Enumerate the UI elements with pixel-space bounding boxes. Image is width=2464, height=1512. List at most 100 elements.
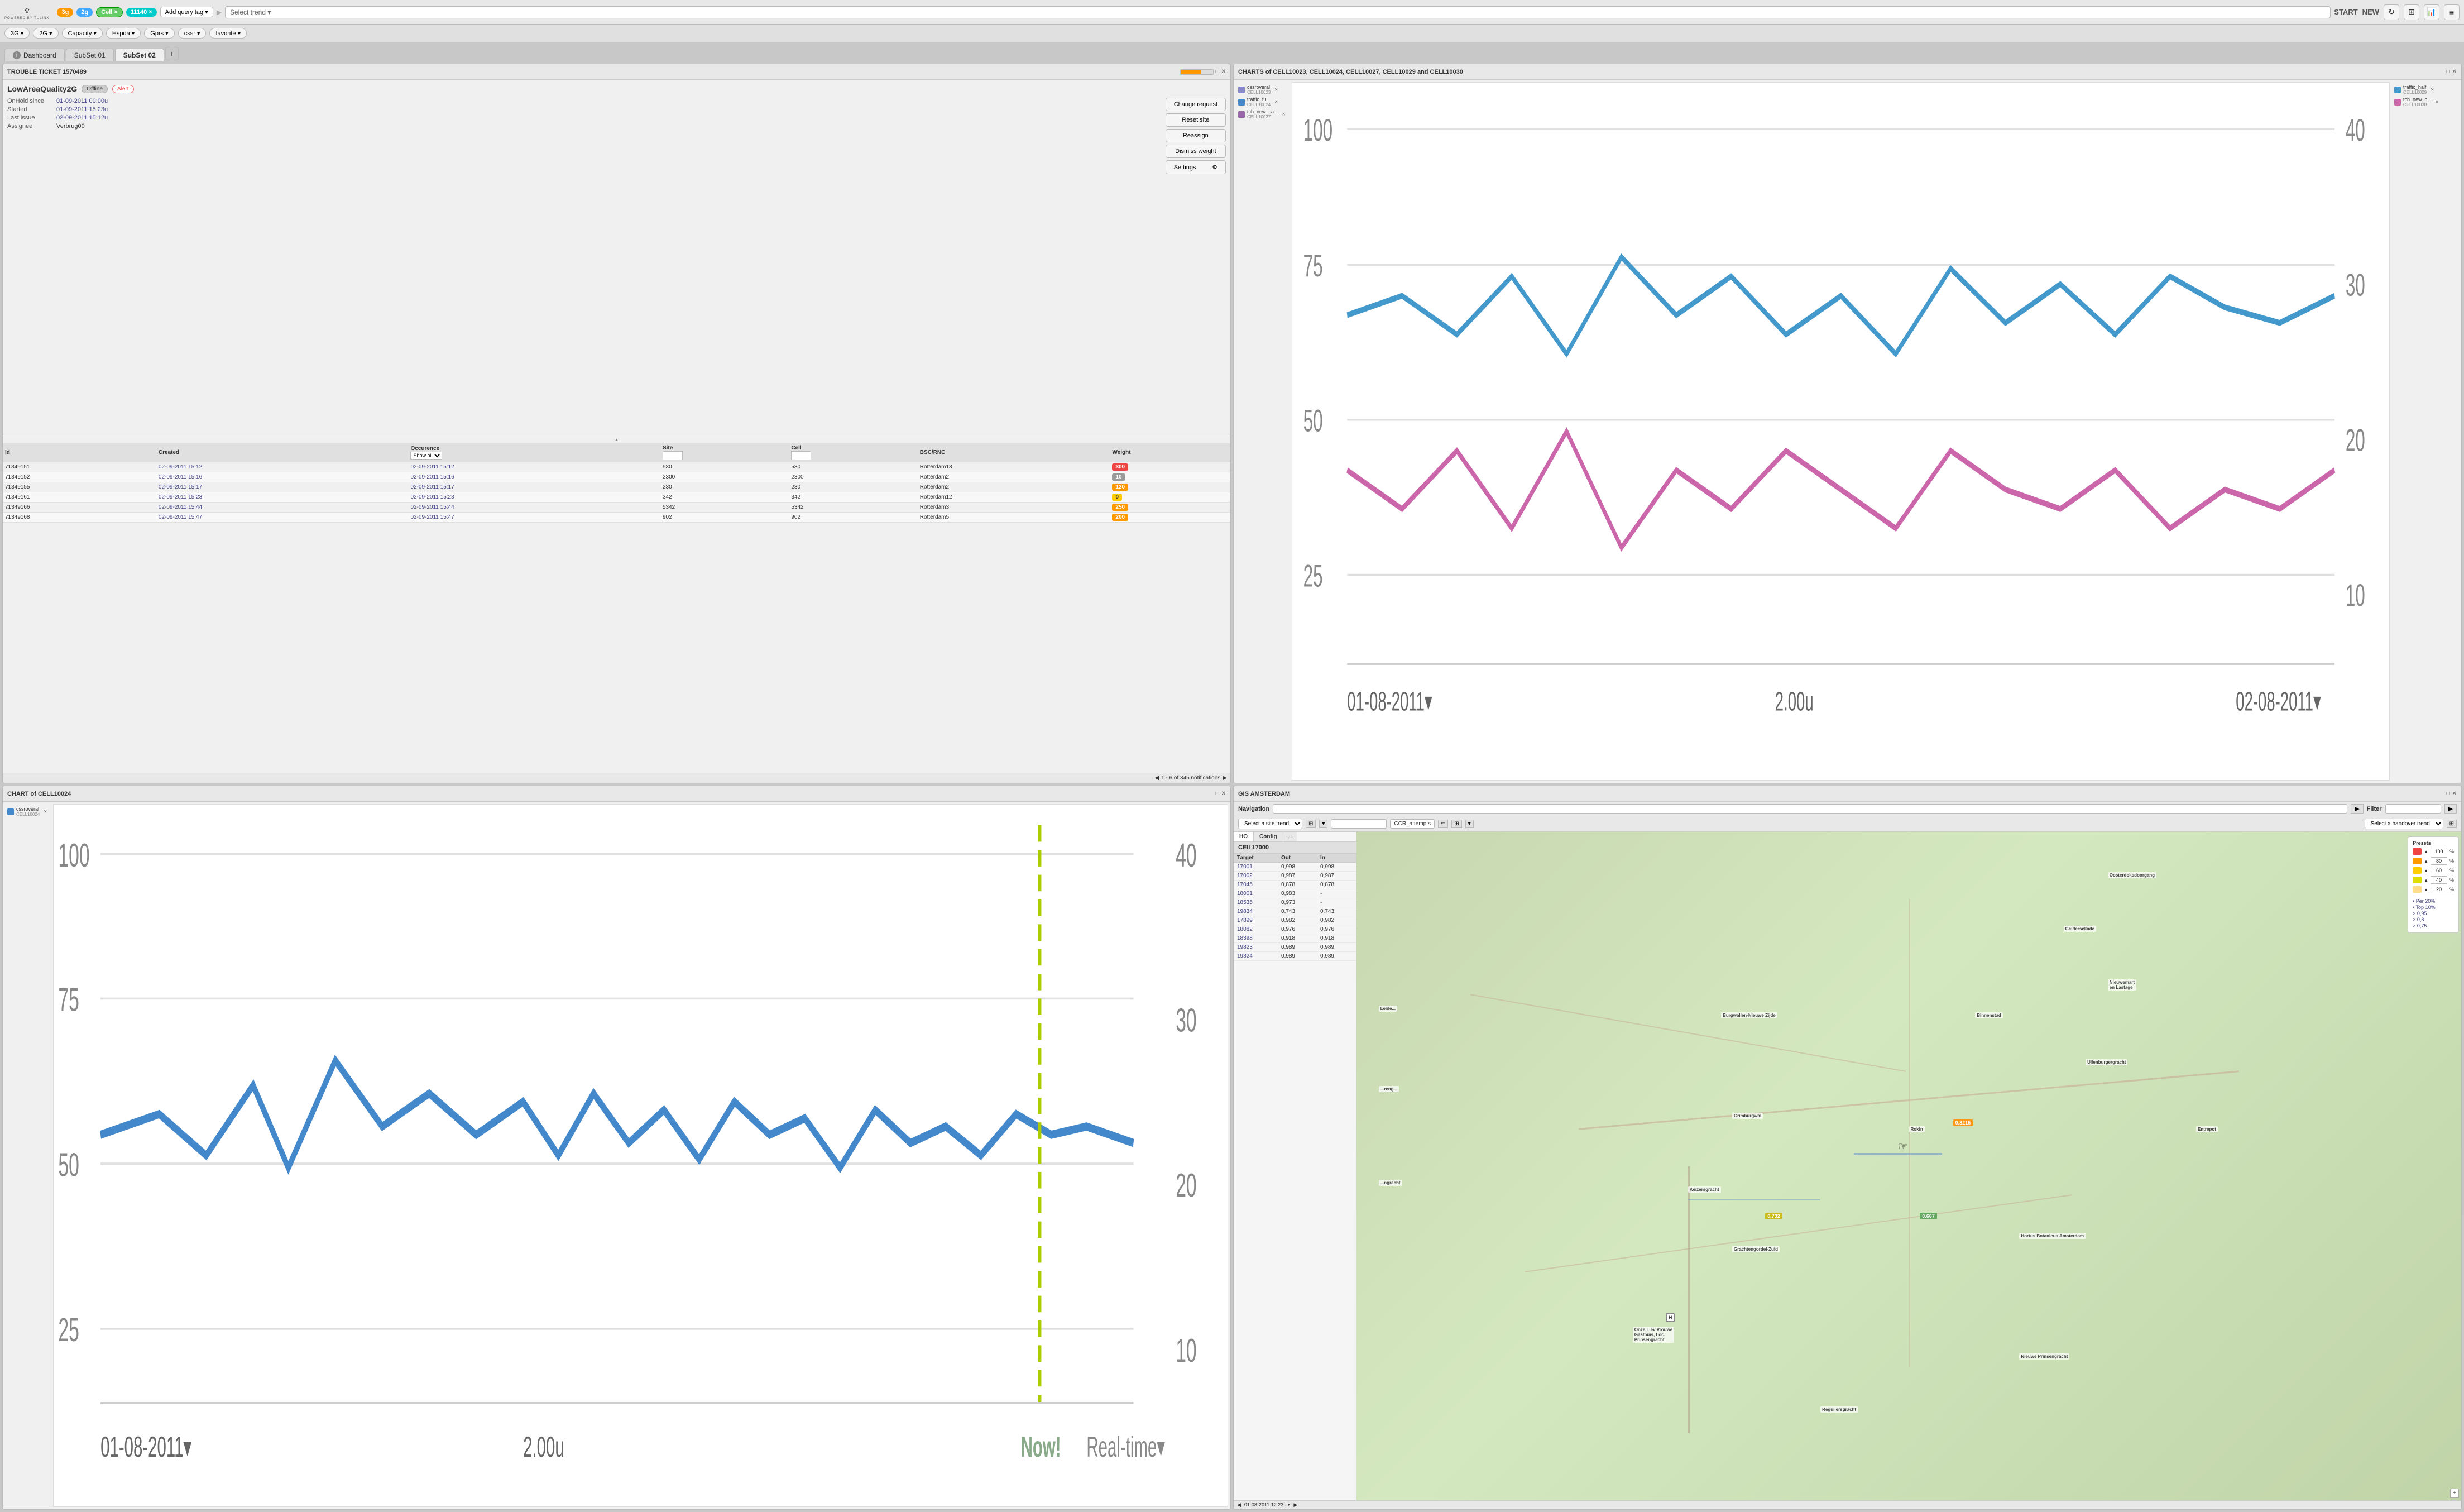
dropdown-gprs[interactable]: Gprs ▾ — [144, 28, 174, 39]
legend-x-bottom[interactable]: ✕ — [42, 808, 49, 815]
handover-trend-grid-btn[interactable]: ⊞ — [2447, 820, 2457, 828]
kpi-grid-btn[interactable]: ⊞ — [1451, 820, 1461, 828]
tag-11140[interactable]: 11140 × — [126, 8, 157, 17]
tag-cell[interactable]: Cell × — [96, 7, 123, 17]
tab-subset01[interactable]: SubSet 01 — [66, 49, 114, 61]
charts-controls: □ ✕ — [2447, 69, 2457, 75]
bottom-chart-close-btn[interactable]: ✕ — [1221, 791, 1226, 797]
preset-row-1: ▲ % — [2413, 848, 2454, 855]
tab-add-button[interactable]: + — [165, 47, 179, 60]
tab-dashboard[interactable]: i Dashboard — [4, 49, 65, 61]
legend-x-2[interactable]: ✕ — [1273, 99, 1279, 106]
notifications-table-scroll[interactable]: Id Created Occurence Show all Site — [3, 443, 1230, 773]
kpi-arrow-btn[interactable]: ▾ — [1465, 820, 1474, 828]
gis-tab-ho[interactable]: HO — [1234, 832, 1254, 841]
kpi-input[interactable] — [1331, 819, 1387, 829]
gis-tab-config[interactable]: Config — [1254, 832, 1283, 841]
field-onhold: OnHold since 01-09-2011 00:00u — [7, 98, 1157, 104]
table-row: 71349161 02-09-2011 15:23 02-09-2011 15:… — [3, 492, 1230, 503]
charts-close-btn[interactable]: ✕ — [2452, 69, 2457, 75]
table-row: 71349152 02-09-2011 15:16 02-09-2011 15:… — [3, 472, 1230, 482]
svg-text:01-08-2011▾: 01-08-2011▾ — [1347, 686, 1432, 716]
gis-filter-input[interactable] — [2385, 804, 2441, 814]
tab-subset02[interactable]: SubSet 02 — [115, 49, 164, 61]
select-trend-dropdown[interactable]: Select trend ▾ — [225, 6, 2331, 18]
dropdown-2g[interactable]: 2G ▾ — [33, 28, 58, 39]
preset-row-4: ▲ % — [2413, 876, 2454, 884]
legend-x-3[interactable]: ✕ — [1281, 111, 1287, 118]
gis-minimize-btn[interactable]: □ — [2447, 791, 2450, 797]
handover-trend-select[interactable]: Select a handover trend — [2365, 819, 2443, 829]
gis-bottom-prev[interactable]: ◀ — [1237, 1502, 1241, 1508]
svg-text:30: 30 — [1176, 1002, 1196, 1039]
ceii-tbody: 17001 0,998 0,998 17002 0,987 0,987 1704… — [1234, 863, 1356, 961]
col-id: Id — [3, 443, 156, 462]
sort-arrow-up: ▲ — [615, 437, 619, 442]
add-query-button[interactable]: Add query tag ▾ — [160, 7, 213, 17]
charts-area: cssroveral CELL10023 ✕ traffic_full CELL… — [1234, 80, 2461, 783]
gis-map[interactable]: Oosterdoksdoorgang Geldersekade Burgwall… — [1356, 832, 2461, 1500]
tt-minimize-btn[interactable]: □ — [1216, 69, 1219, 75]
dismiss-weight-button[interactable]: Dismiss weight — [1166, 145, 1226, 158]
map-zoom-btn[interactable]: + — [2450, 1489, 2459, 1498]
tt-close-btn[interactable]: ✕ — [1221, 69, 1226, 75]
preset-input-5[interactable] — [2431, 886, 2447, 893]
bottom-chart-minimize-btn[interactable]: □ — [1216, 791, 1219, 797]
charts-minimize-btn[interactable]: □ — [2447, 69, 2450, 75]
list-item: 18082 0,976 0,976 — [1234, 925, 1356, 934]
site-trend-grid-btn[interactable]: ⊞ — [1306, 820, 1316, 828]
dropdown-cssr[interactable]: cssr ▾ — [178, 28, 207, 39]
gis-nav-input[interactable] — [1273, 804, 2347, 814]
map-value-0.667: 0.667 — [1920, 1213, 1937, 1219]
reset-site-button[interactable]: Reset site — [1166, 113, 1226, 127]
charts-panel: CHARTS of CELL10023, CELL10024, CELL1002… — [1233, 64, 2462, 783]
pager-next[interactable]: ▶ — [1223, 775, 1227, 781]
show-all-select[interactable]: Show all — [410, 452, 442, 460]
dropdown-capacity[interactable]: Capacity ▾ — [62, 28, 103, 39]
site-trend-arrow-btn[interactable]: ▾ — [1319, 820, 1327, 828]
change-request-button[interactable]: Change request — [1166, 98, 1226, 111]
dropdown-favorite[interactable]: favorite ▾ — [209, 28, 247, 39]
map-label-12: Hortus Botanicus Amsterdam — [2019, 1233, 2086, 1239]
refresh-button[interactable]: ↻ — [2384, 4, 2399, 20]
map-cursor[interactable]: ☞ — [1898, 1140, 1908, 1154]
svg-text:20: 20 — [1176, 1168, 1196, 1204]
gis-bottom-next[interactable]: ▶ — [1293, 1502, 1297, 1508]
chart-button[interactable]: 📊 — [2424, 4, 2439, 20]
ceii-table-scroll[interactable]: Target Out In 17001 0,998 0,998 17002 0,… — [1234, 854, 1356, 1500]
gis-controls-row: Select a site trend ⊞ ▾ CCR_attempts ✏ ⊞… — [1234, 816, 2461, 832]
gis-filter-go-button[interactable]: ▶ — [2444, 804, 2457, 814]
tag-3g[interactable]: 3g — [57, 8, 73, 17]
legend-color-5 — [2394, 99, 2401, 106]
map-label-leide: Leide... — [1379, 1006, 1398, 1012]
grid-button[interactable]: ⊞ — [2404, 4, 2419, 20]
gis-tab-more[interactable]: ... — [1283, 832, 1297, 841]
svg-text:10: 10 — [1176, 1332, 1196, 1369]
legend-x-1[interactable]: ✕ — [1273, 87, 1279, 93]
gis-close-btn[interactable]: ✕ — [2452, 791, 2457, 797]
cell-filter-input[interactable] — [791, 451, 811, 460]
preset-input-1[interactable] — [2431, 848, 2447, 855]
tag-2g[interactable]: 2g — [76, 8, 93, 17]
settings-button[interactable]: ≡ — [2444, 4, 2460, 20]
settings-action-button[interactable]: Settings ⚙ — [1166, 160, 1226, 174]
kpi-edit-btn[interactable]: ✏ — [1438, 820, 1448, 828]
preset-input-4[interactable] — [2431, 876, 2447, 884]
legend-cssroveral: cssroveral CELL10023 ✕ — [1238, 84, 1287, 95]
dropdown-3g[interactable]: 3G ▾ — [4, 28, 30, 39]
legend-x-4[interactable]: ✕ — [2429, 87, 2436, 93]
top-bar: ♆ POWERED BY TULINX 3g 2g Cell × 11140 ×… — [0, 0, 2464, 25]
site-filter-input[interactable] — [663, 451, 683, 460]
tt-controls: □ ✕ — [1180, 69, 1226, 75]
gis-nav-go-button[interactable]: ▶ — [2351, 804, 2363, 814]
site-trend-select[interactable]: Select a site trend — [1238, 819, 1302, 829]
legend-x-5[interactable]: ✕ — [2434, 99, 2441, 106]
tt-panel-header: TROUBLE TICKET 1570489 □ ✕ — [3, 64, 1230, 80]
col-occurence: Occurence Show all — [408, 443, 660, 462]
svg-text:75: 75 — [59, 982, 79, 1018]
reassign-button[interactable]: Reassign — [1166, 129, 1226, 142]
pager-prev[interactable]: ◀ — [1154, 775, 1159, 781]
preset-input-3[interactable] — [2431, 867, 2447, 874]
preset-input-2[interactable] — [2431, 857, 2447, 865]
dropdown-hspda[interactable]: Hspda ▾ — [106, 28, 141, 39]
